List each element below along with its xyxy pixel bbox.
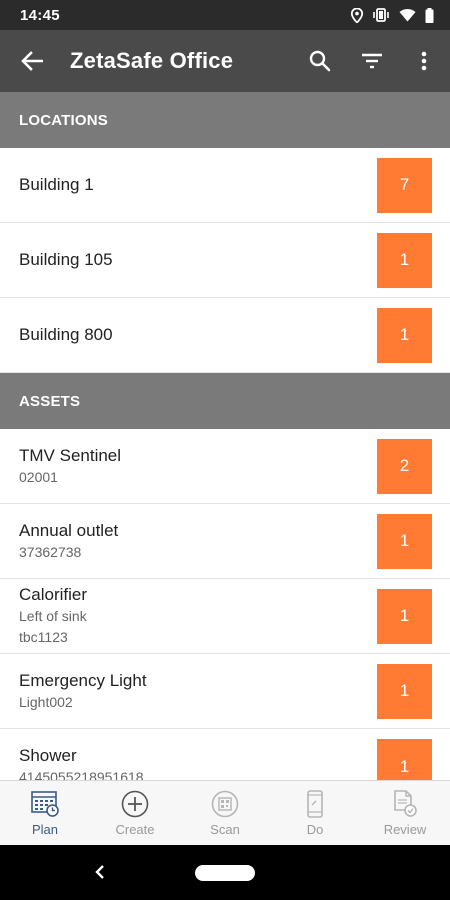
asset-subtitle: 37362738 (19, 543, 82, 560)
status-time: 14:45 (20, 6, 60, 24)
system-navigation-bar (0, 845, 450, 900)
review-icon (390, 789, 420, 819)
asset-row[interactable]: TMV Sentinel 02001 2 (0, 429, 450, 504)
asset-subtitle: 02001 (19, 468, 58, 485)
asset-title: Calorifier (19, 585, 88, 604)
location-row[interactable]: Building 800 1 (0, 298, 450, 373)
count-badge[interactable]: 1 (377, 232, 432, 288)
nav-label-create: Create (115, 822, 155, 837)
add-circle-icon (120, 789, 150, 819)
vibrate-icon (372, 8, 390, 22)
nav-plan[interactable]: Plan (0, 781, 90, 845)
nav-label-scan: Scan (210, 822, 240, 837)
search-icon (309, 50, 331, 72)
count-badge[interactable]: 1 (377, 663, 432, 719)
nav-review[interactable]: Review (360, 781, 450, 845)
asset-code: tbc1123 (19, 629, 68, 645)
location-title: Building 1 (19, 175, 94, 194)
system-back-button[interactable] (90, 859, 110, 885)
more-options-button[interactable] (398, 30, 450, 92)
page-title: ZetaSafe Office (70, 48, 234, 73)
system-home-pill[interactable] (195, 864, 255, 881)
chevron-left-icon (95, 865, 104, 879)
back-button[interactable] (0, 30, 64, 92)
asset-subtitle: Light002 (19, 693, 73, 710)
location-row[interactable]: Building 1 7 (0, 148, 450, 223)
app-bar: ZetaSafe Office (0, 30, 450, 92)
asset-title: TMV Sentinel (19, 445, 122, 465)
location-title: Building 105 (19, 250, 113, 269)
asset-title: Emergency Light (19, 670, 147, 690)
status-bar: 14:45 (0, 0, 450, 30)
count-badge[interactable]: 1 (377, 739, 432, 780)
nav-label-review: Review (383, 822, 427, 837)
asset-subtitle: Left of sink (19, 608, 87, 624)
bottom-navigation: Plan Create Scan Do Review (0, 780, 450, 845)
count-badge[interactable]: 1 (377, 513, 432, 569)
asset-title: Shower (19, 746, 77, 765)
nav-scan[interactable]: Scan (180, 781, 270, 845)
more-vert-icon (421, 51, 427, 71)
wifi-icon (399, 8, 416, 22)
battery-icon (425, 7, 434, 23)
plan-icon (30, 789, 60, 819)
nav-create[interactable]: Create (90, 781, 180, 845)
scan-icon (210, 789, 240, 819)
location-title: Building 800 (19, 325, 113, 344)
nav-do[interactable]: Do (270, 781, 360, 845)
asset-row[interactable]: Emergency Light Light002 1 (0, 654, 450, 729)
count-badge[interactable]: 1 (377, 588, 432, 644)
nav-label-plan: Plan (31, 822, 59, 837)
asset-title: Annual outlet (19, 520, 119, 540)
count-badge[interactable]: 1 (377, 307, 432, 363)
location-row[interactable]: Building 105 1 (0, 223, 450, 298)
location-icon (351, 7, 363, 23)
filter-button[interactable] (346, 30, 398, 92)
status-icons (351, 7, 434, 23)
phone-do-icon (300, 789, 330, 819)
section-header-locations: LOCATIONS (0, 92, 450, 148)
content-list[interactable]: LOCATIONS Building 1 7 Building 105 1 Bu… (0, 92, 450, 780)
nav-label-do: Do (306, 822, 324, 837)
section-header-assets: ASSETS (0, 373, 450, 429)
count-badge[interactable]: 2 (377, 438, 432, 494)
app-bar-actions (294, 30, 450, 92)
search-button[interactable] (294, 30, 346, 92)
asset-subtitle: 4145055218951618 (19, 769, 144, 780)
count-badge[interactable]: 7 (377, 157, 432, 213)
arrow-back-icon (21, 51, 43, 71)
asset-row[interactable]: Shower 4145055218951618 1 (0, 729, 450, 780)
filter-icon (362, 53, 382, 69)
asset-row[interactable]: Annual outlet 37362738 1 (0, 504, 450, 579)
asset-row[interactable]: Calorifier Left of sink tbc1123 1 (0, 579, 450, 654)
